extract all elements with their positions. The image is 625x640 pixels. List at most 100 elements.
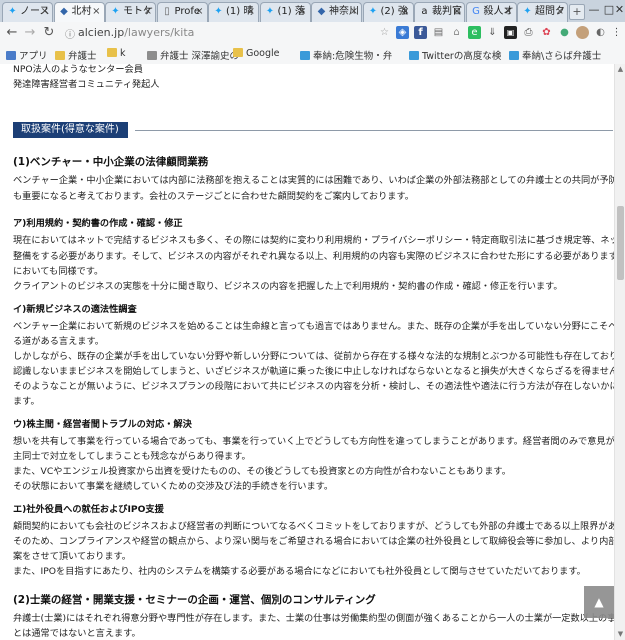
- bookmark-item[interactable]: 弁護士: [55, 48, 97, 62]
- paragraph-line: また、VCやエンジェル投資家から出資を受けたものの、その後どうしても投資家との方…: [13, 466, 511, 477]
- scroll-thumb[interactable]: [617, 206, 624, 280]
- bookmark-item[interactable]: Google: [233, 48, 280, 59]
- bookmark-label: 弁護士: [68, 51, 97, 62]
- bookmark-label: 奉納\さらば弁護士: [522, 51, 602, 62]
- subsection-title-disputes: ウ)株主間・経営者間トラブルの対応・解決: [13, 419, 192, 430]
- pocket-icon[interactable]: ⌂: [450, 26, 463, 39]
- paragraph-line: も重要になると考えております。会社のステージごとに合わせた顧問契約をご案内してお…: [13, 191, 414, 202]
- vertical-scrollbar[interactable]: ▲ ▼: [614, 64, 625, 640]
- bookmark-icon: [55, 51, 65, 60]
- scroll-up-icon[interactable]: ▲: [615, 64, 625, 75]
- bookmark-label: アプリ: [19, 51, 48, 62]
- print-icon[interactable]: ⎙: [522, 26, 535, 39]
- url-path: /lawyers/kita: [124, 26, 195, 39]
- bookmark-item[interactable]: 奉納\さらば弁護士: [509, 48, 601, 62]
- scroll-down-icon[interactable]: ▼: [615, 629, 625, 640]
- tab-close-icon[interactable]: ×: [453, 3, 461, 21]
- back-icon[interactable]: ←: [5, 25, 19, 41]
- paragraph-line: 主同士で対立をしてしまうことも残念ながらあり得ます。: [13, 451, 251, 462]
- apps-icon: [6, 51, 16, 60]
- page-info-icon[interactable]: ⓘ: [65, 26, 75, 41]
- back-to-top-button[interactable]: ▲: [584, 586, 614, 618]
- cast-icon[interactable]: ◐: [594, 26, 607, 39]
- tab[interactable]: ✦ (1) 落 ×: [259, 2, 311, 22]
- twitter-icon: ✦: [523, 6, 532, 17]
- tab[interactable]: ✦ モトケ ×: [105, 2, 156, 22]
- evernote-icon[interactable]: e: [468, 26, 481, 39]
- reload-icon[interactable]: ↻: [42, 25, 56, 41]
- subsection-title-legality: イ)新規ビジネスの適法性調査: [13, 304, 137, 315]
- bookmark-star-icon[interactable]: ☆: [378, 26, 391, 39]
- tab[interactable]: ▯ Profe ×: [156, 2, 208, 22]
- tab-close-icon[interactable]: ×: [247, 3, 255, 21]
- download-icon[interactable]: ⇓: [486, 26, 499, 39]
- tab-close-icon[interactable]: ×: [195, 3, 203, 21]
- profile-line: NPO法人のようなセンター会員: [13, 64, 143, 75]
- tab-close-icon[interactable]: ×: [298, 3, 306, 21]
- facebook-icon[interactable]: f: [414, 26, 427, 39]
- tab[interactable]: ✦ 超問ク ×: [517, 2, 568, 22]
- tab[interactable]: ◆ 神奈川 ×: [311, 2, 362, 22]
- profile-line: 発達障害経営者コミュニティ発起人: [13, 79, 160, 90]
- close-window-icon[interactable]: ✕: [614, 3, 625, 16]
- bookmark-item[interactable]: アプリ: [6, 48, 48, 62]
- site-icon: ◆: [317, 6, 326, 17]
- bookmark-item[interactable]: Twitterの高度な検: [409, 48, 501, 62]
- paragraph-line: また、IPOを目指すにあたり、社内のシステムを構築する必要がある場合になどにおい…: [13, 566, 586, 577]
- paragraph-line: しかしながら、既存の企業が手を出していない分野や新しい分野については、従前から存…: [13, 351, 614, 362]
- bookmark-label: Google: [246, 48, 280, 59]
- extension-icon[interactable]: ▣: [504, 26, 517, 39]
- tab-close-icon[interactable]: ×: [92, 3, 100, 21]
- section-title-consulting: (2)士業の経営・開業支援・セミナーの企画・運営、個別のコンサルティング: [13, 594, 376, 606]
- paragraph-line: 現在においてはネットで完結するビジネスも多く、その際には契約に変わり利用規約・プ…: [13, 235, 614, 246]
- section-heading: 取扱案件(得意な案件): [13, 122, 128, 138]
- paragraph-line: においても同様です。: [13, 266, 104, 277]
- tab[interactable]: G 殺人オ ×: [465, 2, 517, 22]
- paragraph-line: クライアントのビジネスの実態を十分に聞き取り、ビジネスの内容を把握した上で利用規…: [13, 281, 563, 292]
- paragraph-line: とは通常ではないと言えます。: [13, 628, 141, 639]
- forward-icon[interactable]: →: [23, 25, 37, 41]
- url-field[interactable]: alcien.jp/lawyers/kita: [78, 26, 194, 39]
- tab-close-icon[interactable]: ×: [556, 3, 564, 21]
- tab-strip: ✦ ノース × ◆ 北村 × ✦ モトケ × ▯ Profe × ✦ (1) 晴 × ✦ (1) 落 × ◆ 神奈川 ×…: [0, 0, 625, 22]
- avatar[interactable]: [576, 26, 589, 39]
- menu-icon[interactable]: ⋮: [610, 26, 623, 39]
- extension-icon[interactable]: ✿: [540, 26, 553, 39]
- address-bar: ← → ↻ ⓘ alcien.jp/lawyers/kita ☆ ◈ f ▤ ⌂…: [0, 22, 625, 45]
- bookmark-item[interactable]: 奉納:危険生物・弁: [300, 48, 392, 62]
- subsection-title-officer-ipo: エ)社外役員への就任およびIPO支援: [13, 504, 164, 515]
- tab-close-icon[interactable]: ×: [41, 3, 49, 21]
- tab-close-icon[interactable]: ×: [401, 3, 409, 21]
- paragraph-line: ベンチャー企業・中小企業においては内部に法務部を抱えることは実質的には困難であり…: [13, 175, 614, 186]
- paragraph-line: その状態において事業を継続していくための交渉及び法的手続きを行います。: [13, 481, 334, 492]
- google-icon: G: [472, 6, 480, 17]
- tab-label: 北村: [71, 6, 92, 17]
- tab-close-icon[interactable]: ×: [350, 3, 358, 21]
- extension-icon[interactable]: ◈: [396, 26, 409, 39]
- tab[interactable]: ◆ 北村 ×: [53, 2, 105, 22]
- tab[interactable]: ✦ (2) 強 ×: [362, 2, 414, 22]
- bookmark-item[interactable]: k: [107, 48, 126, 59]
- bookmark-item[interactable]: 弁護士 深澤諭史の: [147, 48, 239, 62]
- twitter-icon: ✦: [368, 6, 378, 17]
- tab[interactable]: a 裁判官 ×: [414, 2, 465, 22]
- heading-divider: [135, 130, 613, 131]
- bookmark-icon: [233, 48, 243, 57]
- url-host: alcien.jp: [78, 26, 125, 39]
- readlater-icon[interactable]: ▤: [432, 26, 445, 39]
- bookmark-icon: [300, 51, 310, 60]
- tab[interactable]: ✦ ノース ×: [2, 2, 53, 22]
- twitter-icon: ✦: [111, 6, 120, 17]
- amazon-icon: a: [421, 6, 428, 17]
- paragraph-line: 認識しないままビジネスを開始してしまうと、いざビジネスが軌道に乗った後に中止しな…: [13, 366, 614, 377]
- tab[interactable]: ✦ (1) 晴 ×: [208, 2, 259, 22]
- bookmark-label: 奉納:危険生物・弁: [313, 51, 393, 62]
- bookmark-icon: [509, 51, 519, 60]
- bookmark-icon: [107, 48, 117, 57]
- paragraph-line: 案をさせて頂いております。: [13, 551, 131, 562]
- minimize-icon[interactable]: —: [587, 3, 601, 16]
- extension-icon[interactable]: ●: [558, 26, 571, 39]
- new-tab-button[interactable]: +: [569, 4, 585, 20]
- tab-close-icon[interactable]: ×: [504, 3, 512, 21]
- tab-close-icon[interactable]: ×: [144, 3, 152, 21]
